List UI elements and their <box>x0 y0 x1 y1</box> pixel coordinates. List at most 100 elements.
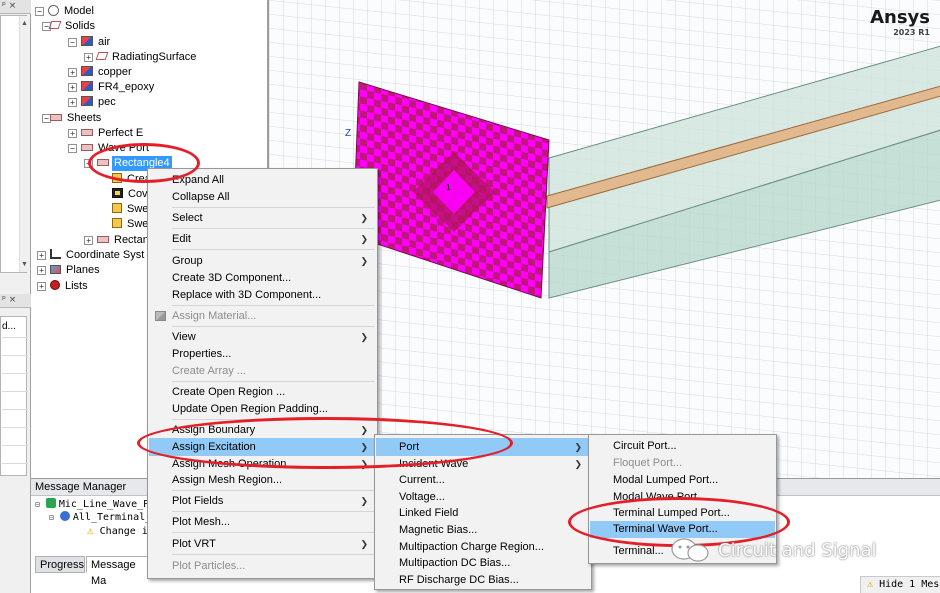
expand-icon[interactable]: + <box>68 83 77 92</box>
menu-label: Linked Field <box>399 507 459 519</box>
expand-icon[interactable]: + <box>68 68 77 77</box>
planes-icon <box>50 264 61 274</box>
menu-item-view[interactable]: View ❯ <box>149 329 376 345</box>
tree-node-rectangle-other[interactable]: + Rectan <box>84 233 151 248</box>
submenu-arrow-icon: ❯ <box>360 332 368 342</box>
menu-item-expand-all[interactable]: Expand All <box>149 172 376 188</box>
collapse-icon[interactable]: − <box>84 159 93 168</box>
menu-label: Edit <box>172 233 191 245</box>
tree-node-planes[interactable]: + Planes <box>37 263 102 278</box>
menu-label: Plot Particles... <box>172 560 246 572</box>
message-project-row[interactable]: ⊟ Mic_Line_Wave_P <box>35 498 149 511</box>
tree-node-radiating-surface[interactable]: + RadiatingSurface <box>84 50 198 65</box>
sheet-icon <box>81 128 93 136</box>
menu-item-replace-3d-component[interactable]: Replace with 3D Component... <box>149 287 376 303</box>
message-warning-row[interactable]: ⚠ Change i <box>87 524 148 537</box>
expand-icon[interactable]: + <box>68 129 77 138</box>
tree-node-pec[interactable]: + pec <box>68 95 118 110</box>
message-text: All_Terminal_ <box>72 512 152 523</box>
material-icon <box>81 66 93 77</box>
menu-item-magnetic-bias[interactable]: Magnetic Bias... <box>376 522 590 538</box>
menu-item-circuit-port[interactable]: Circuit Port... <box>590 438 775 454</box>
menu-item-current[interactable]: Current... <box>376 472 590 488</box>
tree-node-copper[interactable]: + copper <box>68 65 134 80</box>
menu-item-plot-vrt[interactable]: Plot VRT ❯ <box>149 536 376 552</box>
material-icon <box>81 81 93 92</box>
expand-icon[interactable]: + <box>37 266 46 275</box>
menu-label: Plot Mesh... <box>172 516 231 528</box>
menu-item-assign-mesh-operation[interactable]: Assign Mesh Operation ❯ <box>149 456 376 472</box>
tree-node-wave-port[interactable]: − Wave Port <box>68 141 151 156</box>
menu-separator <box>172 305 375 306</box>
menu-item-modal-lumped-port[interactable]: Modal Lumped Port... <box>590 472 775 488</box>
menu-item-terminal[interactable]: Terminal... <box>590 543 775 559</box>
menu-item-terminal-lumped-port[interactable]: Terminal Lumped Port... <box>590 505 775 521</box>
collapse-icon[interactable]: − <box>68 38 77 47</box>
menu-item-assign-material: Assign Material... <box>149 308 376 324</box>
menu-item-update-open-region[interactable]: Update Open Region Padding... <box>149 401 376 417</box>
menu-item-create-3d-component[interactable]: Create 3D Component... <box>149 270 376 286</box>
menu-item-multipaction-charge-region[interactable]: Multipaction Charge Region... <box>376 539 590 555</box>
menu-item-select[interactable]: Select ❯ <box>149 210 376 226</box>
collapse-icon[interactable]: − <box>35 7 44 16</box>
collapse-icon[interactable]: ⊟ <box>49 513 54 522</box>
menu-item-voltage[interactable]: Voltage... <box>376 489 590 505</box>
tree-node-sheets[interactable]: − Sheets <box>42 111 103 126</box>
scroll-up-arrow-icon[interactable]: ▲ <box>21 20 28 27</box>
tree-node-sweep1[interactable]: Swe <box>112 202 150 217</box>
menu-label: Terminal Lumped Port... <box>613 507 730 519</box>
tree-node-solids[interactable]: − Solids <box>42 19 97 34</box>
menu-separator <box>172 554 375 555</box>
message-design-row[interactable]: ⊟ All_Terminal_ <box>49 511 151 524</box>
menu-item-group[interactable]: Group ❯ <box>149 253 376 269</box>
tree-node-model[interactable]: − Model <box>35 4 96 19</box>
tree-node-fr4[interactable]: + FR4_epoxy <box>68 80 156 95</box>
menu-item-assign-excitation[interactable]: Assign Excitation ❯ <box>149 438 376 456</box>
menu-item-port[interactable]: Port ❯ <box>376 438 590 456</box>
menu-label: Modal Wave Port... <box>613 491 707 503</box>
menu-item-plot-mesh[interactable]: Plot Mesh... <box>149 514 376 530</box>
menu-item-multipaction-dc-bias[interactable]: Multipaction DC Bias... <box>376 555 590 571</box>
expand-icon[interactable]: + <box>37 282 46 291</box>
menu-item-create-open-region[interactable]: Create Open Region ... <box>149 384 376 400</box>
panel-pin-header-2[interactable]: ᵖ × <box>0 294 31 308</box>
status-bar-hide-messages[interactable]: ⚠ Hide 1 Mes <box>860 576 940 593</box>
menu-item-properties[interactable]: Properties... <box>149 346 376 362</box>
menu-label: Expand All <box>172 174 224 186</box>
vertical-scrollbar[interactable]: ▲ ▼ <box>19 16 29 272</box>
panel-pin-header[interactable]: ᵖ × <box>0 0 31 14</box>
menu-item-plot-fields[interactable]: Plot Fields ❯ <box>149 493 376 509</box>
tree-node-sweep2[interactable]: Swe <box>112 217 150 232</box>
menu-item-collapse-all[interactable]: Collapse All <box>149 189 376 205</box>
collapse-icon[interactable]: − <box>68 144 77 153</box>
tab-message-manager[interactable]: Message Ma <box>86 556 150 587</box>
warning-icon: ⚠ <box>87 524 94 537</box>
menu-item-assign-boundary[interactable]: Assign Boundary ❯ <box>149 422 376 438</box>
menu-label: Assign Mesh Operation <box>172 458 287 470</box>
scroll-down-arrow-icon[interactable]: ▼ <box>21 261 28 268</box>
expand-icon[interactable]: + <box>84 236 93 245</box>
expand-icon[interactable]: + <box>37 251 46 260</box>
property-field[interactable]: d... <box>2 321 16 332</box>
tree-node-air[interactable]: − air <box>68 35 112 50</box>
expand-icon[interactable]: + <box>84 53 93 62</box>
tab-progress[interactable]: Progress <box>35 556 85 573</box>
tree-node-perfect-e[interactable]: + Perfect E <box>68 126 145 141</box>
menu-item-assign-mesh-region[interactable]: Assign Mesh Region... <box>149 472 376 488</box>
menu-item-floquet-port: Floquet Port... <box>590 455 775 471</box>
menu-item-modal-wave-port[interactable]: Modal Wave Port... <box>590 489 775 505</box>
tree-node-cover[interactable]: Cov <box>112 187 150 202</box>
pin-close-glyphs: ᵖ × <box>2 1 17 11</box>
expand-icon[interactable]: + <box>68 98 77 107</box>
tree-node-lists[interactable]: + Lists <box>37 279 90 294</box>
menu-item-linked-field[interactable]: Linked Field <box>376 505 590 521</box>
tree-node-coordinate-systems[interactable]: + Coordinate Syst <box>37 248 146 263</box>
menu-item-edit[interactable]: Edit ❯ <box>149 231 376 247</box>
menu-item-rf-discharge-dc-bias[interactable]: RF Discharge DC Bias... <box>376 572 590 588</box>
submenu-arrow-icon: ❯ <box>360 442 368 452</box>
collapse-icon[interactable]: ⊟ <box>35 500 40 509</box>
menu-item-incident-wave[interactable]: Incident Wave ❯ <box>376 456 590 472</box>
menu-label: Create Open Region ... <box>172 386 286 398</box>
menu-item-terminal-wave-port[interactable]: Terminal Wave Port... <box>590 521 775 538</box>
menu-label: View <box>172 331 196 343</box>
